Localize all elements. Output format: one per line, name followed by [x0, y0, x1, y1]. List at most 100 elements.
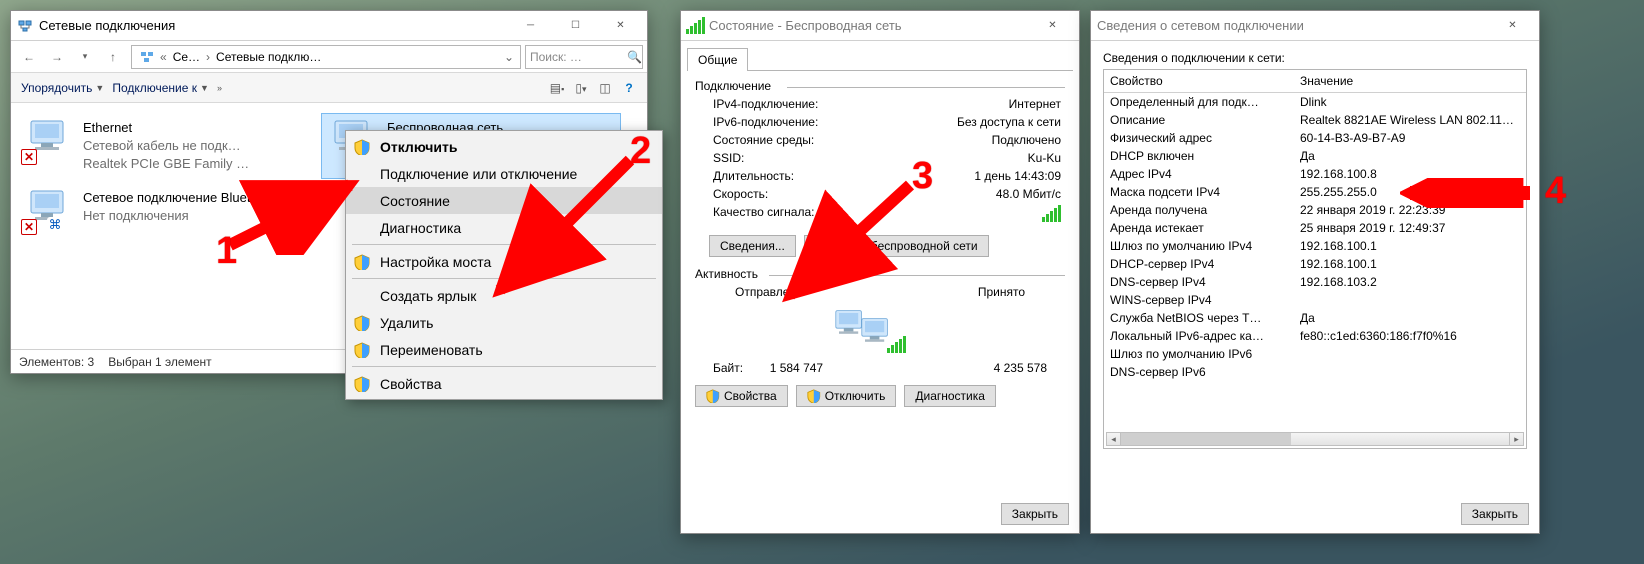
bluetooth-icon: ⌘ [47, 217, 63, 233]
ctx-rename[interactable]: Переименовать [346, 336, 662, 363]
scroll-thumb[interactable] [1121, 433, 1291, 445]
ctx-diagnose[interactable]: Диагностика [346, 214, 662, 241]
up-button[interactable]: ↑ [99, 43, 127, 71]
close-button[interactable]: ✕ [1490, 12, 1535, 40]
minimize-button[interactable]: ─ [508, 12, 553, 40]
detail-row[interactable]: DHCP включенДа [1104, 147, 1526, 165]
address-bar[interactable]: « Се… › Сетевые подклю… ⌄ [131, 45, 521, 69]
titlebar[interactable]: Состояние - Беспроводная сеть ✕ [681, 11, 1079, 41]
close-dialog-button[interactable]: Закрыть [1461, 503, 1529, 525]
overflow-button[interactable]: » [213, 79, 226, 97]
connection-details-window: Сведения о сетевом подключении ✕ Сведени… [1090, 10, 1540, 534]
detail-row[interactable]: Шлюз по умолчанию IPv4192.168.100.1 [1104, 237, 1526, 255]
organize-button[interactable]: Упорядочить▼ [17, 77, 108, 99]
detail-value [1294, 292, 1526, 308]
detail-row[interactable]: Служба NetBIOS через T…Да [1104, 309, 1526, 327]
breadcrumb[interactable]: Сетевые подклю… [212, 50, 325, 64]
scroll-right-icon[interactable]: ▸ [1509, 433, 1523, 445]
search-placeholder: Поиск: … [530, 50, 582, 64]
diagnose-button[interactable]: Диагностика [904, 385, 996, 407]
detail-row[interactable]: DHCP-сервер IPv4192.168.100.1 [1104, 255, 1526, 273]
properties-button[interactable]: Свойства [695, 385, 788, 407]
forward-button[interactable]: → [43, 43, 71, 71]
nav-row: ← → ▾ ↑ « Се… › Сетевые подклю… ⌄ Поиск:… [11, 41, 647, 73]
detail-row[interactable]: Аренда истекает25 января 2019 г. 12:49:3… [1104, 219, 1526, 237]
detail-property: DNS-сервер IPv4 [1104, 274, 1294, 290]
ctx-connect-disconnect[interactable]: Подключение или отключение [346, 160, 662, 187]
detail-value: 192.168.100.8 [1294, 166, 1526, 182]
media-value: Подключено [992, 133, 1061, 147]
item-count: Элементов: 3 [19, 355, 94, 369]
column-property[interactable]: Свойство [1104, 70, 1294, 92]
help-button[interactable]: ? [617, 81, 641, 95]
ctx-properties[interactable]: Свойства [346, 370, 662, 397]
connection-title: Ethernet [83, 119, 249, 137]
wireless-properties-button[interactable]: Свойства беспроводной сети [804, 235, 989, 257]
ctx-bridge[interactable]: Настройка моста [346, 248, 662, 275]
chevron-down-icon: ▼ [95, 83, 104, 93]
context-menu: Отключить Подключение или отключение Сос… [345, 130, 663, 400]
chevron-right-icon: › [204, 50, 212, 64]
detail-property: DHCP-сервер IPv4 [1104, 256, 1294, 272]
disable-button[interactable]: Отключить [796, 385, 897, 407]
shield-icon [354, 139, 370, 155]
column-value[interactable]: Значение [1294, 70, 1526, 92]
close-button[interactable]: ✕ [598, 12, 643, 40]
detail-row[interactable]: Локальный IPv6-адрес ка…fe80::c1ed:6360:… [1104, 327, 1526, 345]
ipv4-value: Интернет [1009, 97, 1061, 111]
detail-row[interactable]: Адрес IPv4192.168.100.8 [1104, 165, 1526, 183]
connection-bluetooth[interactable]: ✕ ⌘ Сетевое подключение Bluetooth Нет по… [17, 183, 337, 237]
detail-row[interactable]: DNS-сервер IPv4192.168.103.2 [1104, 273, 1526, 291]
detail-row[interactable]: DNS-сервер IPv6 [1104, 363, 1526, 381]
group-activity-label: Активность [695, 267, 758, 281]
speed-key: Скорость: [713, 187, 768, 201]
ctx-shortcut[interactable]: Создать ярлык [346, 282, 662, 309]
detail-row[interactable]: Физический адрес60-14-B3-A9-B7-A9 [1104, 129, 1526, 147]
connection-ethernet[interactable]: ✕ Ethernet Сетевой кабель не подк… Realt… [17, 113, 317, 179]
connect-to-button[interactable]: Подключение к▼ [108, 77, 213, 99]
window-title: Сетевые подключения [39, 18, 508, 33]
connection-adapter: Realtek PCIe GBE Family … [83, 155, 249, 173]
horizontal-scrollbar[interactable]: ◂ ▸ [1106, 432, 1524, 446]
ctx-status[interactable]: Состояние [346, 187, 662, 214]
titlebar[interactable]: Сетевые подключения ─ ☐ ✕ [11, 11, 647, 41]
detail-row[interactable]: Шлюз по умолчанию IPv6 [1104, 345, 1526, 363]
detail-property: Шлюз по умолчанию IPv6 [1104, 346, 1294, 362]
ctx-delete[interactable]: Удалить [346, 309, 662, 336]
selection-count: Выбран 1 элемент [108, 355, 211, 369]
detail-value: Да [1294, 310, 1526, 326]
search-input[interactable]: Поиск: … 🔍 [525, 45, 643, 69]
view-button1[interactable]: ▤▪ [545, 81, 569, 95]
detail-row[interactable]: Аренда получена22 января 2019 г. 22:23:3… [1104, 201, 1526, 219]
breadcrumb[interactable]: Се… [169, 50, 204, 64]
details-button[interactable]: Сведения... [709, 235, 796, 257]
chevron-down-icon[interactable]: ⌄ [502, 50, 516, 64]
history-button[interactable]: ▾ [71, 43, 99, 71]
scroll-left-icon[interactable]: ◂ [1107, 433, 1121, 445]
wifi-status-window: Состояние - Беспроводная сеть ✕ Общие По… [680, 10, 1080, 534]
back-button[interactable]: ← [15, 43, 43, 71]
detail-row[interactable]: WINS-сервер IPv4 [1104, 291, 1526, 309]
detail-row[interactable]: Маска подсети IPv4255.255.255.0 [1104, 183, 1526, 201]
ipv6-value: Без доступа к сети [957, 115, 1061, 129]
detail-value [1294, 364, 1526, 380]
network-icon [136, 50, 158, 64]
detail-value: 60-14-B3-A9-B7-A9 [1294, 130, 1526, 146]
tab-general[interactable]: Общие [687, 48, 748, 71]
window-title: Состояние - Беспроводная сеть [709, 18, 1030, 33]
detail-property: Физический адрес [1104, 130, 1294, 146]
unplugged-icon: ✕ [21, 149, 37, 165]
search-icon: 🔍 [627, 50, 642, 64]
view-button2[interactable]: ▯▾ [569, 81, 593, 95]
detail-row[interactable]: ОписаниеRealtek 8821AE Wireless LAN 802.… [1104, 111, 1526, 129]
detail-row[interactable]: Определенный для подк…Dlink [1104, 93, 1526, 111]
preview-button[interactable]: ◫ [593, 81, 617, 95]
close-button[interactable]: ✕ [1030, 12, 1075, 40]
close-dialog-button[interactable]: Закрыть [1001, 503, 1069, 525]
titlebar[interactable]: Сведения о сетевом подключении ✕ [1091, 11, 1539, 41]
shield-icon [354, 315, 370, 331]
shield-icon [354, 376, 370, 392]
ipv6-key: IPv6-подключение: [713, 115, 818, 129]
maximize-button[interactable]: ☐ [553, 12, 598, 40]
ctx-disable[interactable]: Отключить [346, 133, 662, 160]
